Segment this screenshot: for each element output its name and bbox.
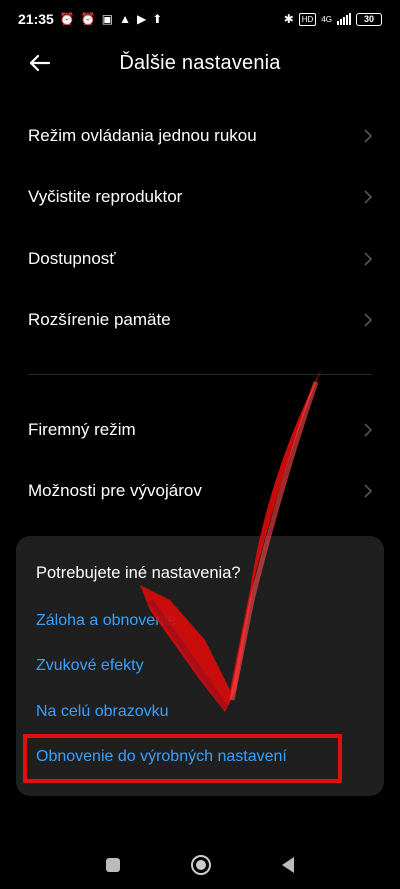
link-sound-effects[interactable]: Zvukové efekty [36, 657, 144, 675]
back-arrow-icon[interactable] [25, 48, 55, 78]
chevron-right-icon [364, 423, 373, 437]
home-button[interactable] [190, 855, 211, 875]
volte-icon: HD [298, 12, 317, 26]
warning-icon: ▲ [119, 12, 131, 26]
nfc-icon: ▣ [101, 12, 114, 26]
alarm-icon: ⏰ [80, 12, 96, 26]
settings-item-one-hand-mode[interactable]: Režim ovládania jednou rukou [0, 106, 400, 166]
settings-item-label: Firemný režim [28, 420, 136, 439]
settings-item-accessibility[interactable]: Dostupnosť [0, 229, 400, 289]
settings-item-label: Vyčistite reproduktor [28, 187, 183, 206]
settings-item-enterprise-mode[interactable]: Firemný režim [0, 400, 400, 460]
recent-apps-button[interactable] [105, 858, 120, 872]
page-header: Ďalšie nastavenia [0, 38, 400, 88]
chevron-right-icon [364, 313, 373, 327]
battery-indicator: 30 [356, 12, 382, 26]
network-badge: 4G [321, 14, 332, 24]
link-fullscreen[interactable]: Na celú obrazovku [36, 703, 169, 721]
status-bar: 21:35 ⏰ ⏰ ▣ ▲ ▶ ⬆ ✱ HD 4G 30 [0, 0, 400, 38]
status-icons-right: ✱ HD 4G 30 [284, 12, 382, 26]
alarm-off-icon: ⏰ [59, 12, 75, 26]
annotation-highlight-box [23, 734, 342, 783]
settings-item-label: Režim ovládania jednou rukou [28, 126, 257, 145]
status-icons-left: ⏰ ⏰ ▣ ▲ ▶ ⬆ [60, 13, 162, 25]
chevron-right-icon [364, 129, 373, 143]
section-divider [28, 374, 372, 375]
settings-item-label: Rozšírenie pamäte [28, 310, 171, 329]
navigation-bar [0, 841, 400, 889]
settings-item-developer-options[interactable]: Možnosti pre vývojárov [0, 461, 400, 521]
youtube-icon: ▶ [136, 12, 147, 26]
page-title: Ďalšie nastavenia [119, 51, 281, 74]
link-backup-restore[interactable]: Záloha a obnovenie [36, 612, 177, 630]
bluetooth-icon: ✱ [283, 12, 294, 26]
settings-item-label: Dostupnosť [28, 249, 116, 268]
chevron-right-icon [364, 252, 373, 266]
chevron-right-icon [364, 484, 373, 498]
settings-item-clean-speaker[interactable]: Vyčistite reproduktor [0, 167, 400, 227]
status-time: 21:35 [18, 11, 54, 27]
suggestions-question: Potrebujete iné nastavenia? [36, 564, 241, 582]
signal-icon [337, 13, 351, 25]
chevron-right-icon [364, 190, 373, 204]
settings-item-label: Možnosti pre vývojárov [28, 481, 202, 500]
upload-icon: ⬆ [152, 12, 163, 26]
back-button[interactable] [282, 857, 295, 873]
settings-item-memory-extension[interactable]: Rozšírenie pamäte [0, 290, 400, 350]
